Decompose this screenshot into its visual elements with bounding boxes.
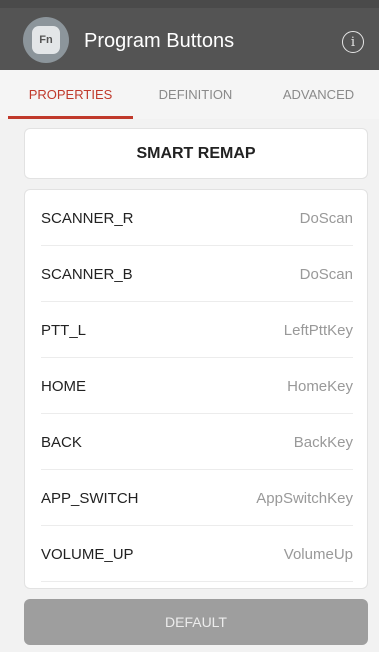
mapping-value: VolumeUp bbox=[283, 546, 353, 563]
mapping-row-back[interactable]: BACK BackKey bbox=[41, 414, 353, 470]
mapping-row-volume-up[interactable]: VOLUME_UP VolumeUp bbox=[41, 526, 353, 582]
mapping-value: LeftPttKey bbox=[283, 322, 353, 339]
mapping-row-scanner-b[interactable]: SCANNER_B DoScan bbox=[41, 246, 353, 302]
status-bar bbox=[0, 0, 379, 8]
mapping-row-scanner-r[interactable]: SCANNER_R DoScan bbox=[41, 190, 353, 246]
tab-properties[interactable]: PROPERTIES bbox=[8, 70, 133, 119]
mapping-key: BACK bbox=[41, 434, 82, 451]
app-bar: Fn Program Buttons i bbox=[0, 8, 379, 70]
info-icon[interactable]: i bbox=[342, 31, 364, 53]
active-tab-indicator bbox=[8, 116, 133, 119]
mapping-key: VOLUME_UP bbox=[41, 546, 134, 563]
tab-bar: PROPERTIES DEFINITION ADVANCED bbox=[0, 70, 379, 119]
mapping-key: SCANNER_B bbox=[41, 266, 133, 283]
mapping-key: PTT_L bbox=[41, 322, 87, 339]
smart-remap-button[interactable]: SMART REMAP bbox=[24, 128, 368, 179]
mapping-value: DoScan bbox=[299, 210, 353, 227]
page-title: Program Buttons bbox=[84, 30, 235, 52]
mapping-key: SCANNER_R bbox=[41, 210, 134, 227]
mapping-row-ptt-l[interactable]: PTT_L LeftPttKey bbox=[41, 302, 353, 358]
app-logo-icon: Fn bbox=[23, 17, 69, 63]
button-mapping-list: SCANNER_R DoScan SCANNER_B DoScan PTT_L … bbox=[24, 189, 368, 589]
mapping-value: DoScan bbox=[299, 266, 353, 283]
mapping-key: HOME bbox=[41, 378, 86, 395]
mapping-value: BackKey bbox=[293, 434, 353, 451]
mapping-key: APP_SWITCH bbox=[41, 490, 139, 507]
default-button[interactable]: DEFAULT bbox=[24, 599, 368, 645]
tab-definition[interactable]: DEFINITION bbox=[133, 70, 258, 119]
mapping-value: HomeKey bbox=[287, 378, 353, 395]
mapping-value: AppSwitchKey bbox=[256, 490, 353, 507]
mapping-row-home[interactable]: HOME HomeKey bbox=[41, 358, 353, 414]
mapping-row-app-switch[interactable]: APP_SWITCH AppSwitchKey bbox=[41, 470, 353, 526]
fn-logo-label: Fn bbox=[32, 26, 60, 54]
tab-advanced[interactable]: ADVANCED bbox=[258, 70, 379, 119]
